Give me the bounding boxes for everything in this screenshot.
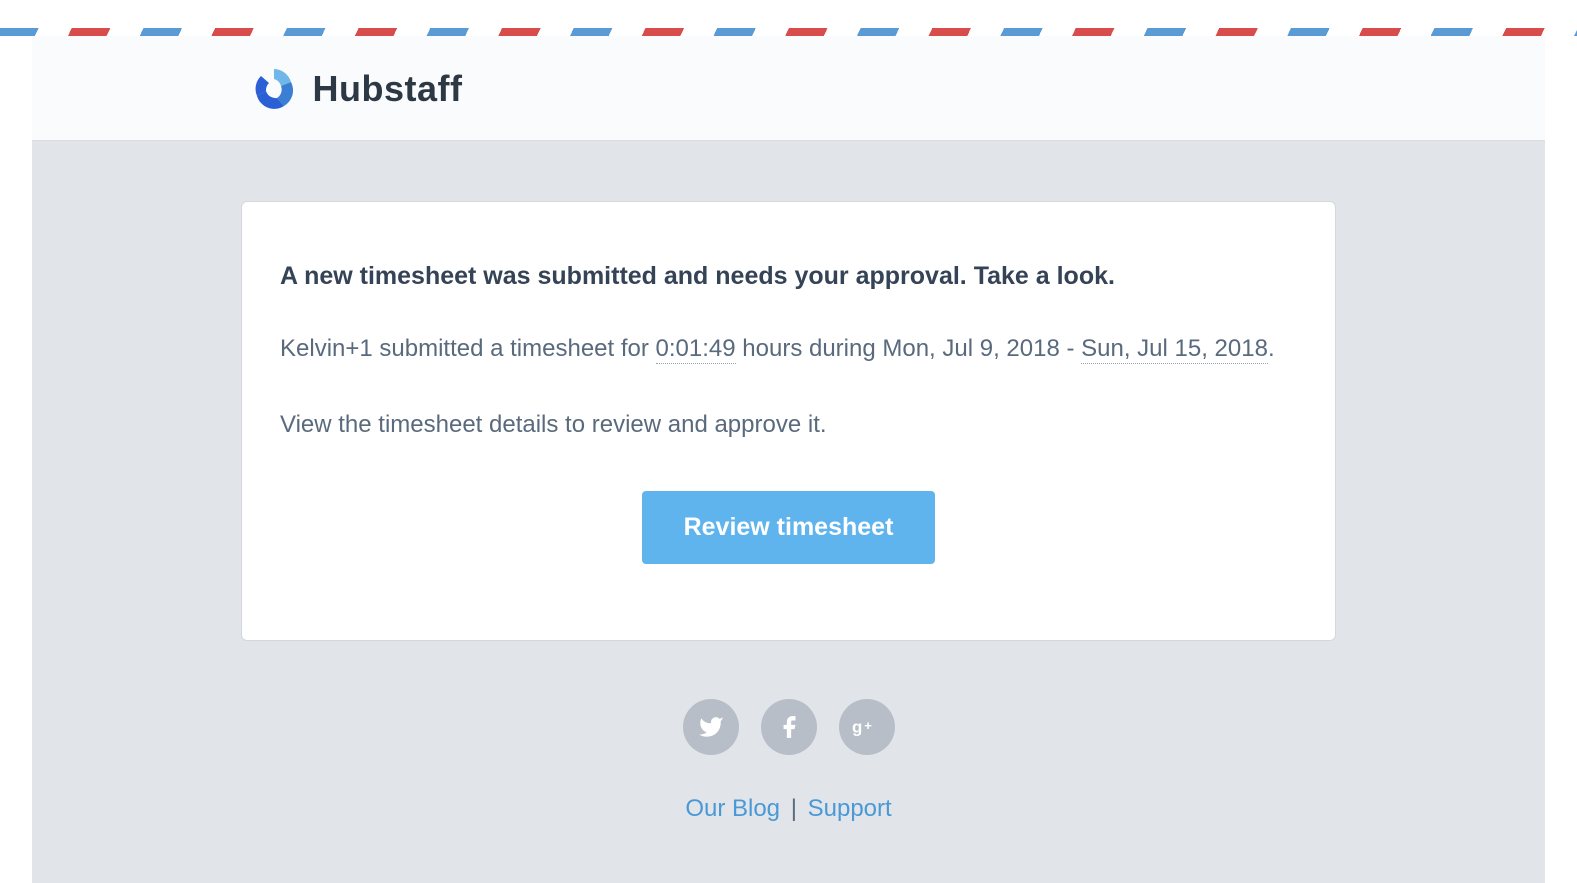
hubstaff-logo-icon — [249, 64, 299, 114]
facebook-icon[interactable] — [761, 699, 817, 755]
footer-links: Our Blog | Support — [32, 795, 1545, 823]
brand-logo: Hubstaff — [249, 64, 1339, 114]
brand-name: Hubstaff — [313, 68, 463, 110]
google-plus-icon[interactable]: g + — [839, 699, 895, 755]
social-icons-row: g + — [32, 699, 1545, 755]
email-header: Hubstaff — [32, 36, 1545, 141]
message-card: A new timesheet was submitted and needs … — [241, 201, 1336, 641]
body-mid: hours during Mon, Jul 9, 2018 - — [736, 335, 1082, 362]
date-end: Sun, Jul 15, 2018 — [1081, 335, 1268, 364]
review-timesheet-button[interactable]: Review timesheet — [642, 491, 936, 564]
email-footer: g + Our Blog | Support — [32, 699, 1545, 823]
svg-text:g: g — [852, 718, 862, 737]
body-suffix: . — [1268, 335, 1275, 362]
hours-value: 0:01:49 — [656, 335, 736, 364]
message-instruction: View the timesheet details to review and… — [280, 407, 1297, 443]
message-body: Kelvin+1 submitted a timesheet for 0:01:… — [280, 331, 1297, 367]
airmail-stripe — [0, 28, 1577, 36]
support-link[interactable]: Support — [808, 795, 892, 822]
footer-divider: | — [784, 795, 804, 822]
blog-link[interactable]: Our Blog — [685, 795, 780, 822]
svg-text:+: + — [864, 718, 872, 733]
email-body-area: A new timesheet was submitted and needs … — [32, 141, 1545, 883]
twitter-icon[interactable] — [683, 699, 739, 755]
body-prefix: Kelvin+1 submitted a timesheet for — [280, 335, 656, 362]
message-heading: A new timesheet was submitted and needs … — [280, 262, 1297, 291]
